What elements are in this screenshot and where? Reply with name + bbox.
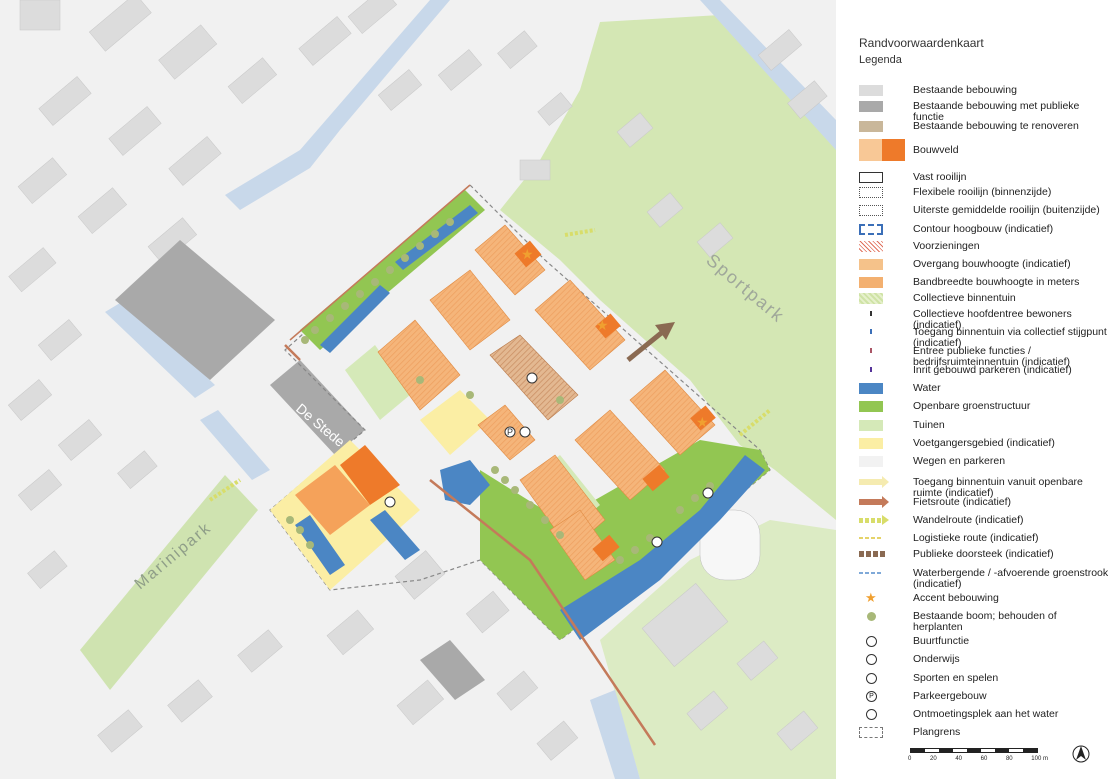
- scale-tick: 80: [1005, 756, 1013, 762]
- north-arrow-icon: [1072, 744, 1090, 764]
- legend-label: Ontmoetingsplek aan het water: [913, 708, 1059, 720]
- scale-tick: 40: [955, 756, 962, 762]
- legend-panel: Randvoorwaardenkaart Legenda Bestaande b…: [836, 0, 1113, 779]
- legend-label: Inrit gebouwd parkeren (indicatief): [913, 364, 1072, 376]
- legend-label: Plangrens: [913, 726, 961, 738]
- legend-label: Logistieke route (indicatief): [913, 532, 1039, 544]
- legend-swatch: [859, 293, 883, 304]
- legend-label: Toegang binnentuin vanuit openbare ruimt…: [913, 476, 1083, 499]
- legend-swatch: [859, 401, 883, 412]
- legend-label: Uiterste gemiddelde rooilijn (buitenzijd…: [913, 204, 1100, 216]
- legend-swatch: [859, 572, 883, 574]
- legend-swatch: [859, 727, 883, 738]
- legend-swatch: [859, 139, 905, 161]
- legend-swatch: [859, 383, 883, 394]
- legend-label: Bouwveld: [913, 144, 959, 156]
- svg-text:★: ★: [696, 414, 709, 430]
- legend-label: Onderwijs: [913, 653, 960, 665]
- scale-tick: 100 m: [1031, 756, 1048, 762]
- legend-swatch: [859, 309, 883, 319]
- map-area: De Stede ★ ★ ★ P Sportpark Marinipark: [0, 0, 836, 779]
- legend-swatch: [859, 187, 883, 198]
- legend-swatch: [859, 241, 883, 252]
- legend-swatch: [859, 224, 883, 235]
- svg-text:★: ★: [521, 246, 534, 262]
- legend-label: Flexibele rooilijn (binnenzijde): [913, 186, 1052, 198]
- legend-label: Wegen en parkeren: [913, 455, 1006, 467]
- legend-swatch: [859, 456, 883, 467]
- legend-swatch: [859, 611, 883, 622]
- legend-swatch: [859, 172, 883, 183]
- legend-title: Randvoorwaardenkaart: [859, 36, 984, 50]
- scale-tick: 60: [980, 756, 988, 762]
- legend-swatch: [859, 346, 883, 356]
- legend-label: Wandelroute (indicatief): [913, 514, 1024, 526]
- legend-swatch: [859, 537, 883, 539]
- legend-label: Bestaande boom; behouden of herplanten: [913, 610, 1057, 633]
- legend-swatch: [859, 496, 889, 508]
- legend-swatch: [859, 277, 883, 288]
- legend-swatch: [859, 259, 883, 270]
- legend-label: Openbare groenstructuur: [913, 400, 1031, 412]
- svg-text:P: P: [507, 427, 513, 437]
- legend-swatch: [859, 636, 883, 647]
- legend-label: Waterbergende / -afvoerende groenstrook …: [913, 567, 1109, 590]
- legend-swatch: [859, 515, 889, 525]
- site-plan-map: De Stede ★ ★ ★ P Sportpark Marinipark: [0, 0, 836, 779]
- legend-label: Bestaande bebouwing: [913, 84, 1017, 96]
- legend-swatch: [859, 673, 883, 684]
- legend-label: Bestaande bebouwing met publieke functie: [913, 100, 1080, 123]
- legend-label: Voetgangersgebied (indicatief): [913, 437, 1055, 449]
- legend-label: Buurtfunctie: [913, 635, 970, 647]
- legend-swatch: [859, 420, 883, 431]
- scale-tick: 0: [908, 756, 912, 762]
- legend-label: Publieke doorsteek (indicatief): [913, 548, 1054, 560]
- legend-swatch: [859, 85, 883, 96]
- legend-label: Accent bebouwing: [913, 592, 999, 604]
- legend-label: Fietsroute (indicatief): [913, 496, 1012, 508]
- legend-swatch: [859, 327, 883, 337]
- legend-swatch: [859, 101, 883, 112]
- legend-swatch: ★: [865, 590, 877, 605]
- legend-swatch: [859, 121, 883, 132]
- legend-label: Bestaande bebouwing te renoveren: [913, 120, 1079, 132]
- legend-label: Overgang bouwhoogte (indicatief): [913, 258, 1071, 270]
- svg-text:★: ★: [596, 317, 609, 333]
- legend-label: Vast rooilijn: [913, 171, 967, 183]
- legend-label: Water: [913, 382, 941, 394]
- legend-swatch: [859, 551, 887, 557]
- legend-label: Bandbreedte bouwhoogte in meters: [913, 276, 1080, 288]
- scale-bar: 0 20 40 60 80 100 m: [908, 748, 1048, 768]
- legend-swatch: [859, 709, 883, 720]
- legend-label: Collectieve binnentuin: [913, 292, 1016, 304]
- legend-label: Voorzieningen: [913, 240, 980, 252]
- legend-subtitle: Legenda: [859, 54, 902, 66]
- legend-swatch: P: [859, 691, 883, 702]
- legend-label: Tuinen: [913, 419, 945, 431]
- legend-label: Parkeergebouw: [913, 690, 987, 702]
- legend-label: Sporten en spelen: [913, 672, 999, 684]
- legend-swatch: [859, 476, 889, 488]
- scale-tick: 20: [929, 756, 937, 762]
- legend-swatch: [859, 654, 883, 665]
- legend-label: Contour hoogbouw (indicatief): [913, 223, 1054, 235]
- legend-swatch: [859, 205, 883, 216]
- legend-swatch: [859, 438, 883, 449]
- legend-swatch: [859, 365, 883, 375]
